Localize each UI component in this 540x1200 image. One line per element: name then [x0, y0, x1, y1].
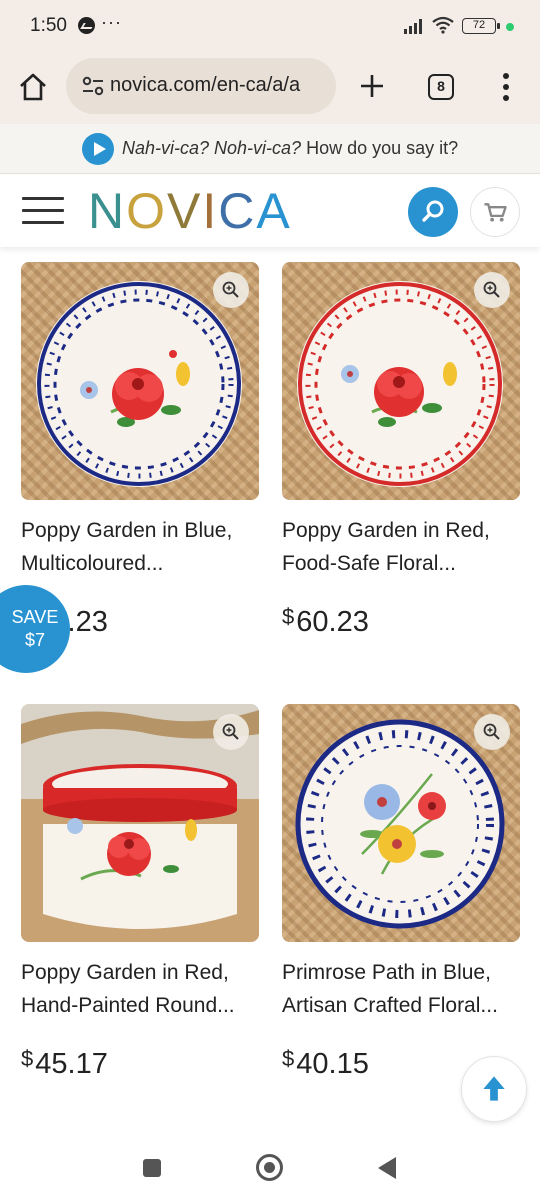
- messenger-icon: [78, 17, 95, 34]
- logo-letter: V: [167, 183, 203, 239]
- address-bar[interactable]: novica.com/en-ca/a/a: [66, 58, 336, 114]
- status-time: 1:50: [30, 15, 67, 36]
- more-options-icon[interactable]: [496, 70, 516, 104]
- zoom-icon[interactable]: [213, 714, 249, 750]
- status-bar: 1:50 ··· 72: [0, 0, 540, 50]
- product-title[interactable]: Poppy Garden in Blue, Multicoloured...: [21, 514, 259, 580]
- pronunciation-italic: Nah-vi-ca? Noh-vi-ca?: [122, 138, 302, 158]
- new-tab-icon[interactable]: [356, 70, 388, 102]
- scroll-to-top-icon[interactable]: [461, 1056, 527, 1122]
- home-icon[interactable]: [18, 72, 48, 102]
- novica-logo[interactable]: NOVICA: [88, 185, 292, 237]
- pronunciation-text: Nah-vi-ca? Noh-vi-ca? How do you say it?: [122, 138, 458, 159]
- tab-switcher-button[interactable]: 8: [428, 74, 454, 100]
- zoom-icon[interactable]: [474, 272, 510, 308]
- menu-icon[interactable]: [22, 197, 64, 225]
- zoom-icon[interactable]: [474, 714, 510, 750]
- search-icon[interactable]: [408, 187, 458, 237]
- logo-letter: C: [218, 183, 257, 239]
- back-icon[interactable]: [378, 1157, 396, 1179]
- product-card[interactable]: Poppy Garden in Blue, Multicoloured... $…: [21, 262, 259, 639]
- status-more-dots: ···: [101, 12, 122, 32]
- product-title[interactable]: Poppy Garden in Red, Food-Safe Floral...: [282, 514, 520, 580]
- logo-letter: N: [88, 183, 127, 239]
- product-image[interactable]: [21, 704, 259, 942]
- logo-letter: O: [126, 183, 168, 239]
- browser-toolbar: novica.com/en-ca/a/a 8: [0, 50, 540, 124]
- product-price: $45.17: [21, 1046, 108, 1080]
- logo-letter: I: [202, 183, 219, 239]
- product-card[interactable]: Poppy Garden in Red, Hand-Painted Round.…: [21, 704, 259, 1081]
- zoom-icon[interactable]: [213, 272, 249, 308]
- play-icon[interactable]: [82, 133, 114, 165]
- recent-apps-icon[interactable]: [143, 1159, 161, 1177]
- save-badge-label: SAVE: [11, 607, 59, 627]
- site-settings-icon[interactable]: [82, 76, 104, 96]
- product-title[interactable]: Primrose Path in Blue, Artisan Crafted F…: [282, 956, 520, 1022]
- product-card[interactable]: Primrose Path in Blue, Artisan Crafted F…: [282, 704, 520, 1081]
- product-image[interactable]: [282, 704, 520, 942]
- product-price: $60.23: [282, 604, 369, 638]
- product-image[interactable]: [21, 262, 259, 500]
- product-image[interactable]: [282, 262, 520, 500]
- home-circle-icon[interactable]: [256, 1154, 283, 1181]
- wifi-icon: [432, 16, 454, 34]
- signal-icon: [404, 19, 422, 34]
- url-text: novica.com/en-ca/a/a: [110, 74, 301, 96]
- save-badge-amount: $7: [24, 630, 46, 650]
- logo-letter: A: [256, 183, 292, 239]
- site-header: NOVICA: [0, 175, 540, 247]
- pronunciation-question: How do you say it?: [301, 138, 459, 158]
- battery-icon: 72: [462, 18, 500, 34]
- pronunciation-banner[interactable]: Nah-vi-ca? Noh-vi-ca? How do you say it?: [0, 124, 540, 174]
- cart-icon[interactable]: [470, 187, 520, 237]
- product-card[interactable]: Poppy Garden in Red, Food-Safe Floral...…: [282, 262, 520, 639]
- system-navigation-bar: [0, 1140, 540, 1200]
- product-title[interactable]: Poppy Garden in Red, Hand-Painted Round.…: [21, 956, 259, 1022]
- notification-dot: [506, 23, 514, 31]
